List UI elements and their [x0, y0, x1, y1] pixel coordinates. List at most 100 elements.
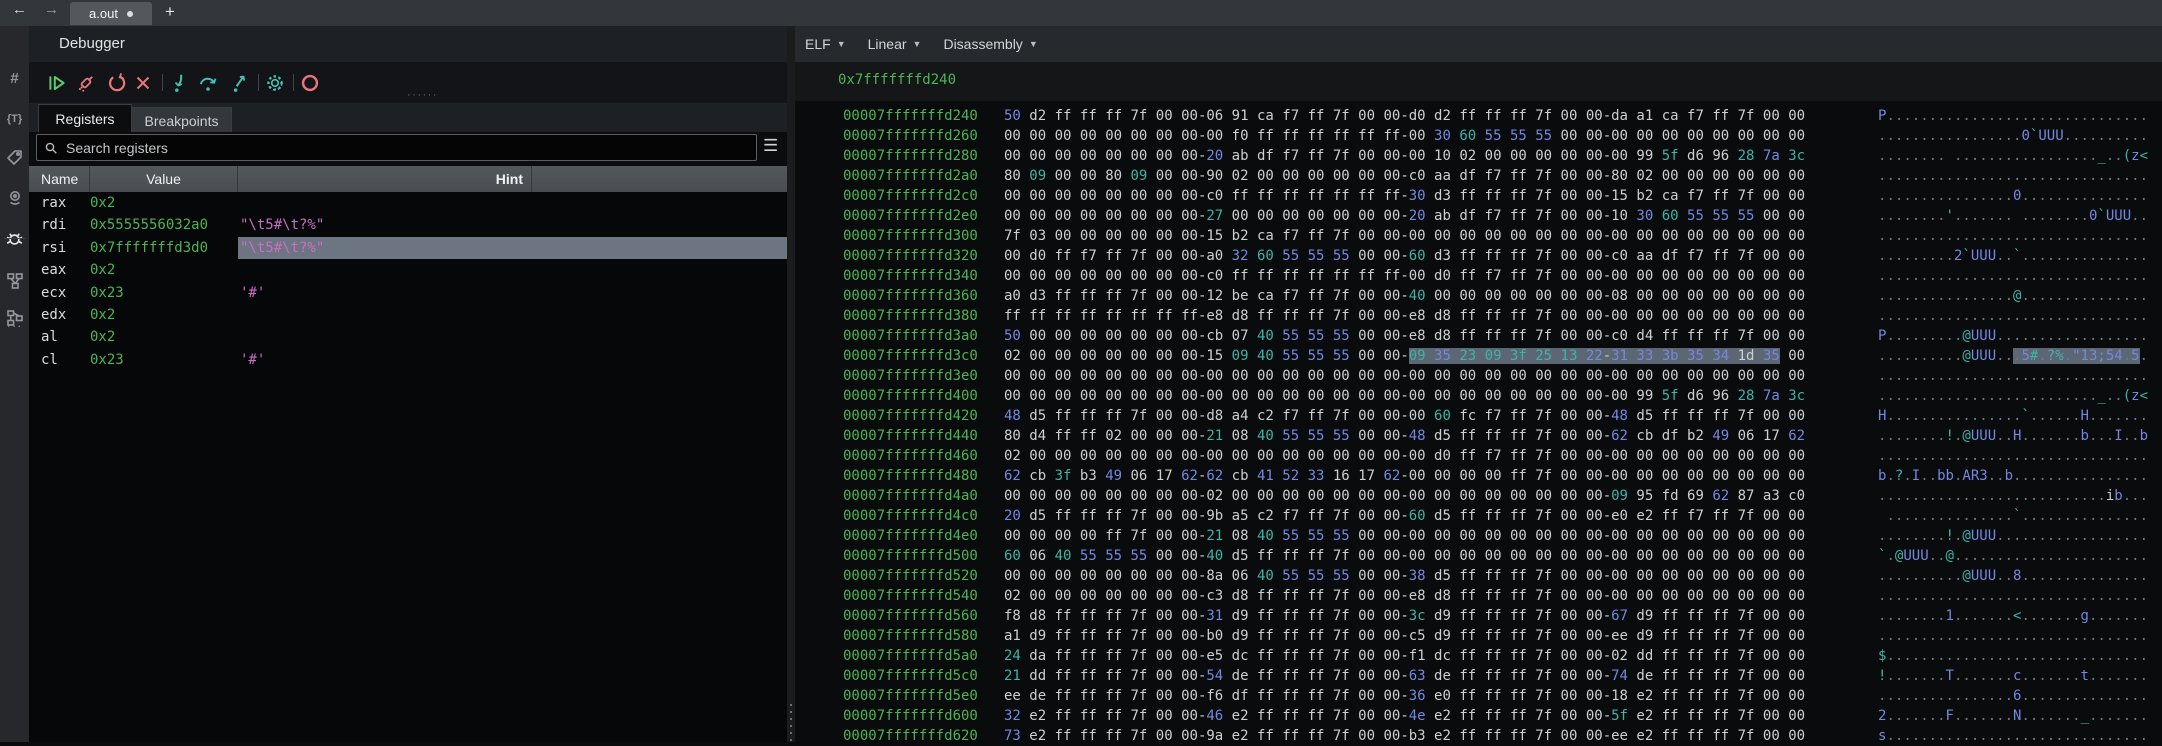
- column-header-value[interactable]: Value: [90, 166, 238, 192]
- register-row[interactable]: eax0x2: [29, 259, 787, 281]
- panel-splitter[interactable]: [787, 26, 795, 742]
- register-row[interactable]: al0x2: [29, 326, 787, 348]
- search-input[interactable]: [64, 139, 708, 157]
- attach-icon[interactable]: [75, 72, 97, 94]
- hex-row[interactable]: 00007fffffffd46002 00 00 00 00 00 00 00-…: [795, 446, 2162, 466]
- hex-ascii[interactable]: .........................._..(z<: [1878, 386, 2148, 406]
- hex-row[interactable]: 00007fffffffd560f8 d8 ff ff ff 7f 00 00-…: [795, 606, 2162, 626]
- hex-ascii[interactable]: H................`......H.......: [1878, 406, 2148, 426]
- types-icon[interactable]: {T}: [0, 104, 29, 134]
- hex-row[interactable]: 00007fffffffd60032 e2 ff ff ff 7f 00 00-…: [795, 706, 2162, 726]
- hex-bytes[interactable]: 00 00 00 00 00 00 00 00-20 ab df f7 ff 7…: [1004, 146, 1805, 166]
- hex-row[interactable]: 00007fffffffd2a080 09 00 00 80 09 00 00-…: [795, 166, 2162, 186]
- register-row[interactable]: rdi0x5555556032a0"\t5#\t?%": [29, 214, 787, 236]
- hex-ascii[interactable]: s...............................: [1878, 726, 2148, 746]
- step-out-icon[interactable]: [229, 72, 251, 94]
- hex-row[interactable]: 00007fffffffd5c021 dd ff ff ff 7f 00 00-…: [795, 666, 2162, 686]
- panel-drag-handle[interactable]: ······: [407, 92, 438, 98]
- hex-ascii[interactable]: ................................: [1878, 166, 2148, 186]
- hex-bytes[interactable]: 00 00 00 00 00 00 00 00-00 00 00 00 00 0…: [1004, 386, 1805, 406]
- hex-row[interactable]: 00007fffffffd380ff ff ff ff ff ff ff ff-…: [795, 306, 2162, 326]
- hex-row[interactable]: 00007fffffffd3a050 00 00 00 00 00 00 00-…: [795, 326, 2162, 346]
- hex-ascii[interactable]: .........2`UUU..`...............: [1878, 246, 2148, 266]
- hex-bytes[interactable]: 21 dd ff ff ff 7f 00 00-54 de ff ff ff 7…: [1004, 666, 1805, 686]
- hex-bytes[interactable]: 00 00 00 00 00 00 00 00-27 00 00 00 00 0…: [1004, 206, 1805, 226]
- hex-bytes[interactable]: 00 00 00 00 00 00 00 00-00 f0 ff ff ff f…: [1004, 126, 1805, 146]
- hex-row[interactable]: 00007fffffffd54002 00 00 00 00 00 00 00-…: [795, 586, 2162, 606]
- hex-row[interactable]: 00007fffffffd5a024 da ff ff ff 7f 00 00-…: [795, 646, 2162, 666]
- menu-elf[interactable]: ELF▼: [805, 36, 846, 52]
- register-search-box[interactable]: [36, 134, 757, 161]
- hamburger-menu-icon[interactable]: ☰: [763, 137, 778, 155]
- hex-ascii[interactable]: ................................: [1878, 266, 2148, 286]
- hex-bytes[interactable]: f8 d8 ff ff ff 7f 00 00-31 d9 ff ff ff 7…: [1004, 606, 1805, 626]
- hex-bytes[interactable]: 7f 03 00 00 00 00 00 00-15 b2 ca f7 ff 7…: [1004, 226, 1805, 246]
- location-pin-icon[interactable]: [0, 183, 29, 213]
- hex-ascii[interactable]: ................................: [1878, 626, 2148, 646]
- hex-row[interactable]: 00007fffffffd4a000 00 00 00 00 00 00 00-…: [795, 486, 2162, 506]
- hex-ascii[interactable]: $...............................: [1878, 646, 2148, 666]
- hex-ascii[interactable]: P...............................: [1878, 106, 2148, 126]
- hex-ascii[interactable]: ................................: [1878, 446, 2148, 466]
- stop-icon[interactable]: [132, 72, 154, 94]
- hex-ascii[interactable]: ................................: [1878, 226, 2148, 246]
- hex-bytes[interactable]: a1 d9 ff ff ff 7f 00 00-b0 d9 ff ff ff 7…: [1004, 626, 1805, 646]
- new-tab-button[interactable]: +: [165, 2, 175, 22]
- hex-ascii[interactable]: ..........@UUU...5#.?%."13;54.5.: [1878, 346, 2148, 366]
- hex-row[interactable]: 00007fffffffd50060 06 40 55 55 55 00 00-…: [795, 546, 2162, 566]
- hex-row[interactable]: 00007fffffffd52000 00 00 00 00 00 00 00-…: [795, 566, 2162, 586]
- hex-ascii[interactable]: ...............`...............: [1878, 506, 2148, 526]
- back-arrow-button[interactable]: ←: [12, 1, 27, 18]
- hex-ascii[interactable]: ................................: [1878, 366, 2148, 386]
- continue-icon[interactable]: [46, 72, 68, 94]
- hex-bytes[interactable]: 24 da ff ff ff 7f 00 00-e5 dc ff ff ff 7…: [1004, 646, 1805, 666]
- hex-row[interactable]: 00007fffffffd2e000 00 00 00 00 00 00 00-…: [795, 206, 2162, 226]
- hex-row[interactable]: 00007fffffffd28000 00 00 00 00 00 00 00-…: [795, 146, 2162, 166]
- hex-bytes[interactable]: ff ff ff ff ff ff ff ff-e8 d8 ff ff ff 7…: [1004, 306, 1805, 326]
- hex-bytes[interactable]: 50 d2 ff ff ff 7f 00 00-06 91 ca f7 ff 7…: [1004, 106, 1805, 126]
- hex-row[interactable]: 00007fffffffd3c002 00 00 00 00 00 00 00-…: [795, 346, 2162, 366]
- hex-ascii[interactable]: ................................: [1878, 586, 2148, 606]
- register-row[interactable]: rsi0x7fffffffd3d0"\t5#\t?%": [29, 237, 787, 259]
- hex-ascii[interactable]: `.@UUU..@.......................: [1878, 546, 2148, 566]
- hash-icon[interactable]: #: [0, 63, 29, 93]
- hex-bytes[interactable]: ee de ff ff ff 7f 00 00-f6 df ff ff ff 7…: [1004, 686, 1805, 706]
- hex-bytes[interactable]: 80 d4 ff ff 02 00 00 00-21 08 40 55 55 5…: [1004, 426, 1805, 446]
- hex-bytes[interactable]: 73 e2 ff ff ff 7f 00 00-9a e2 ff ff ff 7…: [1004, 726, 1805, 746]
- hex-row[interactable]: 00007fffffffd5e0ee de ff ff ff 7f 00 00-…: [795, 686, 2162, 706]
- step-into-icon[interactable]: [168, 72, 190, 94]
- hex-bytes[interactable]: 00 00 00 00 00 00 00 00-c0 ff ff ff ff f…: [1004, 266, 1805, 286]
- register-row[interactable]: cl0x23'#': [29, 349, 787, 371]
- settings-gear-icon[interactable]: [264, 72, 286, 94]
- hex-bytes[interactable]: 02 00 00 00 00 00 00 00-00 00 00 00 00 0…: [1004, 446, 1805, 466]
- hex-bytes[interactable]: 32 e2 ff ff ff 7f 00 00-46 e2 ff ff ff 7…: [1004, 706, 1805, 726]
- hex-bytes[interactable]: 00 00 00 00 00 00 00 00-c0 ff ff ff ff f…: [1004, 186, 1805, 206]
- column-header-hint[interactable]: Hint: [238, 166, 532, 192]
- column-header-name[interactable]: Name: [29, 166, 90, 192]
- hex-row[interactable]: 00007fffffffd2c000 00 00 00 00 00 00 00-…: [795, 186, 2162, 206]
- menu-disassembly[interactable]: Disassembly▼: [943, 36, 1037, 52]
- hex-row[interactable]: 00007fffffffd580a1 d9 ff ff ff 7f 00 00-…: [795, 626, 2162, 646]
- restart-icon[interactable]: [106, 72, 128, 94]
- hex-ascii[interactable]: ................6...............: [1878, 686, 2148, 706]
- step-over-icon[interactable]: [197, 72, 219, 94]
- hex-row[interactable]: 00007fffffffd32000 d0 ff f7 ff 7f 00 00-…: [795, 246, 2162, 266]
- register-row[interactable]: ecx0x23'#': [29, 282, 787, 304]
- hex-row[interactable]: 00007fffffffd40000 00 00 00 00 00 00 00-…: [795, 386, 2162, 406]
- hex-row[interactable]: 00007fffffffd44080 d4 ff ff 02 00 00 00-…: [795, 426, 2162, 446]
- register-row[interactable]: edx0x2: [29, 304, 787, 326]
- hex-ascii[interactable]: ........1.......<.......g.......: [1878, 606, 2148, 626]
- hex-ascii[interactable]: ........'....... ........0`UUU..: [1878, 206, 2148, 226]
- hex-bytes[interactable]: 02 00 00 00 00 00 00 00-c3 d8 ff ff ff 7…: [1004, 586, 1805, 606]
- file-tab[interactable]: a.out: [70, 2, 152, 25]
- hex-row[interactable]: 00007fffffffd48062 cb 3f b3 49 06 17 62-…: [795, 466, 2162, 486]
- hex-bytes[interactable]: 50 00 00 00 00 00 00 00-cb 07 40 55 55 5…: [1004, 326, 1805, 346]
- hex-bytes[interactable]: 00 d0 ff f7 ff 7f 00 00-a0 32 60 55 55 5…: [1004, 246, 1805, 266]
- hex-row[interactable]: 00007fffffffd360a0 d3 ff ff ff 7f 00 00-…: [795, 286, 2162, 306]
- hex-bytes[interactable]: 20 d5 ff ff ff 7f 00 00-9b a5 c2 f7 ff 7…: [1004, 506, 1805, 526]
- hex-bytes[interactable]: a0 d3 ff ff ff 7f 00 00-12 be ca f7 ff 7…: [1004, 286, 1805, 306]
- hex-row[interactable]: 00007fffffffd3007f 03 00 00 00 00 00 00-…: [795, 226, 2162, 246]
- hex-ascii[interactable]: ........!.@UUU..................: [1878, 526, 2148, 546]
- hex-row[interactable]: 00007fffffffd4c020 d5 ff ff ff 7f 00 00-…: [795, 506, 2162, 526]
- tag-icon[interactable]: [0, 142, 29, 172]
